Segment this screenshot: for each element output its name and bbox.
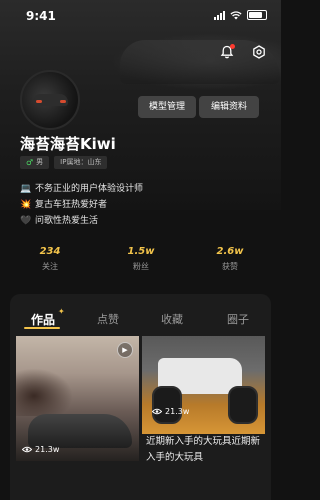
stat-value: 234 (39, 246, 61, 257)
bio-line: 🖤 问歌性热爱生活 (20, 213, 143, 229)
battery-icon (247, 10, 267, 20)
active-tab-indicator (24, 327, 60, 329)
laptop-icon: 💻 (20, 184, 32, 194)
post-card[interactable]: 21.3w (142, 336, 265, 434)
wifi-icon (230, 10, 242, 19)
post-card[interactable]: ▶ 21.3w (16, 336, 139, 461)
notification-button[interactable] (219, 44, 235, 60)
tab-works[interactable]: 作品 (31, 311, 55, 328)
tab-liked[interactable]: 点赞 (97, 311, 119, 327)
post-image-car (28, 414, 132, 448)
tab-circles[interactable]: 圈子 (227, 311, 249, 327)
stat-followers[interactable]: 1.5w 粉丝 (111, 246, 171, 272)
profile-name: 海苔海苔Kiwi (20, 135, 116, 153)
cellular-signal-icon (214, 10, 225, 20)
collision-icon: 💥 (20, 200, 32, 210)
profile-tags: ♂ 男 IP属地：山东 (20, 156, 108, 169)
header-actions (219, 44, 267, 60)
stat-value: 2.6w (216, 246, 244, 257)
bio-line: 💥 复古车狂热爱好者 (20, 197, 143, 213)
avatar[interactable] (20, 70, 80, 130)
status-time: 9:41 (26, 9, 56, 23)
view-count: 21.3w (22, 445, 59, 454)
view-count-value: 21.3w (35, 445, 60, 454)
avatar-car-light (60, 100, 66, 103)
stat-label: 获赞 (222, 262, 238, 271)
stat-likes[interactable]: 2.6w 获赞 (200, 246, 260, 272)
eye-icon (152, 408, 162, 415)
ip-location-tag: IP属地：山东 (54, 156, 108, 169)
tab-favorites[interactable]: 收藏 (161, 311, 183, 327)
profile-stats: 234 关注 1.5w 粉丝 2.6w 获赞 (0, 246, 281, 286)
status-icons (214, 10, 267, 20)
model-manage-button[interactable]: 模型管理 (138, 96, 196, 118)
eye-icon (22, 446, 32, 453)
avatar-car-light (36, 100, 42, 103)
post-image-trees (16, 366, 76, 416)
gender-label: 男 (36, 158, 44, 166)
post-title[interactable]: 近期新入手的大玩具近期新入手的大玩具 (146, 434, 266, 466)
gear-icon (253, 45, 265, 59)
stat-label: 粉丝 (133, 262, 149, 271)
post-image-wheel (152, 386, 182, 424)
bio-text: 复古车狂热爱好者 (35, 200, 108, 210)
view-count-value: 21.3w (165, 407, 190, 416)
edit-profile-button[interactable]: 编辑资料 (199, 96, 259, 118)
gender-tag: ♂ 男 (20, 156, 50, 169)
content-panel: 作品 ✦ 点赞 收藏 圈子 ▶ 21.3w 21.3w 近期新入手的大玩具近期新… (10, 294, 271, 500)
play-icon[interactable]: ▶ (117, 342, 133, 358)
stat-following[interactable]: 234 关注 (20, 246, 80, 272)
stat-value: 1.5w (127, 246, 155, 257)
bio-text: 不务正业的用户体验设计师 (35, 184, 144, 194)
stat-label: 关注 (42, 262, 58, 271)
status-bar: 9:41 (0, 0, 281, 30)
male-icon: ♂ (26, 158, 34, 167)
notification-dot (230, 44, 235, 49)
post-image-wheel (228, 386, 258, 424)
profile-bio: 💻 不务正业的用户体验设计师 💥 复古车狂热爱好者 🖤 问歌性热爱生活 (20, 181, 143, 229)
sparkle-icon: ✦ (58, 307, 65, 316)
heart-icon: 🖤 (20, 216, 32, 226)
content-tabs: 作品 ✦ 点赞 收藏 圈子 (10, 307, 271, 331)
bio-text: 问歌性热爱生活 (35, 216, 99, 226)
bio-line: 💻 不务正业的用户体验设计师 (20, 181, 143, 197)
settings-button[interactable] (251, 44, 267, 60)
view-count: 21.3w (152, 407, 189, 416)
